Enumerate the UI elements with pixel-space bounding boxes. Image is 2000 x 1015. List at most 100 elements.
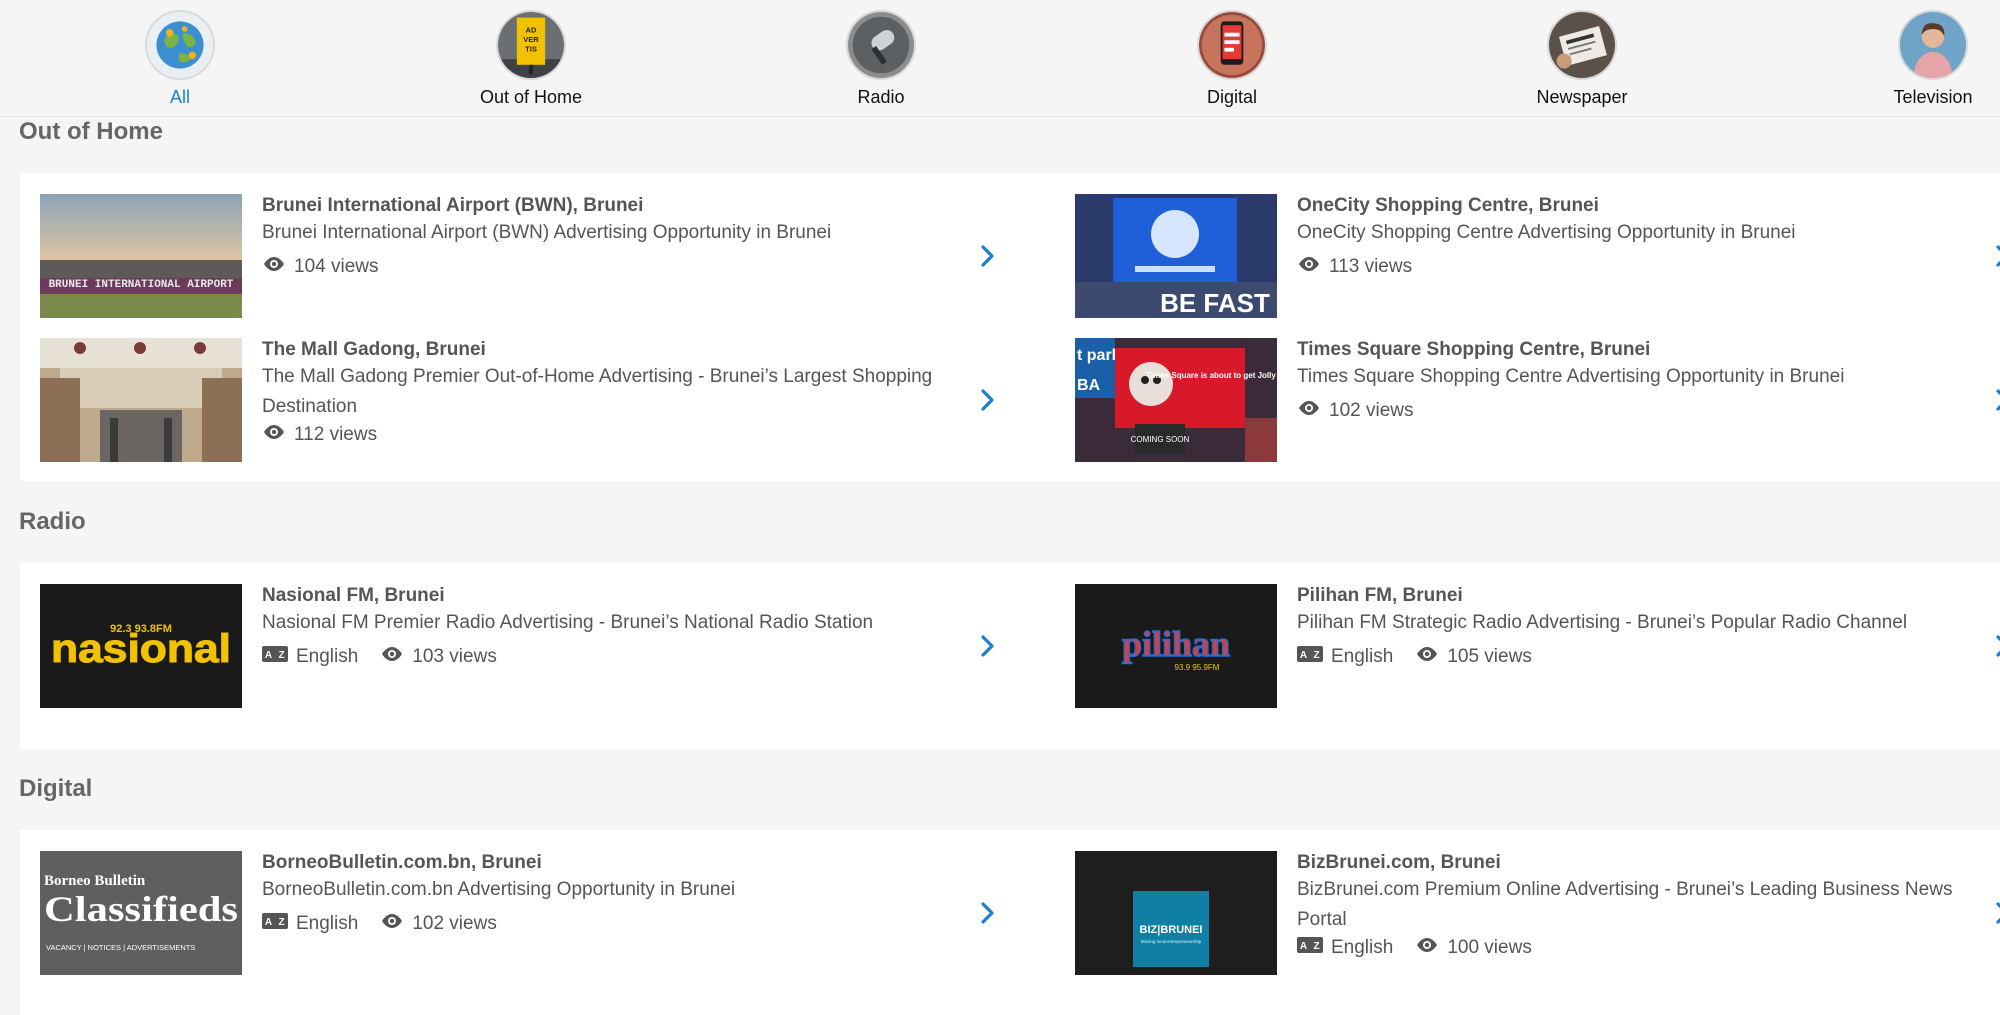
thumbnail-text: Moving local entrepreneurship xyxy=(1141,939,1202,944)
tab-radio[interactable]: Radio xyxy=(781,10,981,108)
thumbnail-text: COMING SOON xyxy=(1131,435,1190,444)
eye-icon xyxy=(1415,646,1439,668)
listing-card[interactable]: t park BA Times Square is about to get Jol… xyxy=(1075,338,2000,462)
section-panel-digital: Borneo Bulletin Classifieds VACANCY | NOTI… xyxy=(20,830,2000,1015)
tab-label: Out of Home xyxy=(479,87,583,107)
thumbnail-text: Times Square is about to get Jolly xyxy=(1146,371,1276,380)
listing-description: OneCity Shopping Centre Advertising Oppo… xyxy=(1297,222,1796,243)
listing-title: The Mall Gadong, Brunei xyxy=(262,339,486,360)
chevron-right-icon[interactable] xyxy=(1993,386,2000,414)
svg-text:A: A xyxy=(1300,941,1307,952)
tab-label: Radio xyxy=(857,87,905,107)
listing-language: English xyxy=(1331,646,1394,667)
listing-description: Nasional FM Premier Radio Advertising - … xyxy=(262,612,874,633)
thumbnail-text: Classifieds xyxy=(44,889,238,929)
listing-card[interactable]: The Mall Gadong, Brunei The Mall Gadong … xyxy=(40,338,1000,462)
listing-card[interactable]: Borneo Bulletin Classifieds VACANCY | NOTI… xyxy=(40,851,1000,975)
listing-title: OneCity Shopping Centre, Brunei xyxy=(1297,195,1599,216)
listing-card[interactable]: pilihan 93.9 95.9FM Pilihan FM, Brunei Pi… xyxy=(1075,584,2000,708)
eye-icon xyxy=(1415,937,1439,959)
listing-thumbnail: pilihan 93.9 95.9FM xyxy=(1075,584,1277,708)
listing-title: Nasional FM, Brunei xyxy=(262,585,445,606)
chevron-right-icon[interactable] xyxy=(1993,242,2000,270)
listing-title: Pilihan FM, Brunei xyxy=(1297,585,1463,606)
tab-label: Newspaper xyxy=(1536,87,1628,107)
section-panel-radio: 92.3 93.8FM nasional Nasional FM, Brunei … xyxy=(20,563,2000,749)
thumbnail-text: 93.9 95.9FM xyxy=(1175,663,1220,672)
microphone-icon xyxy=(846,10,916,80)
listing-language: English xyxy=(296,646,359,667)
language-icon: AZ xyxy=(262,646,288,668)
chevron-right-icon[interactable] xyxy=(1993,899,2000,927)
globe-icon xyxy=(145,10,215,80)
listing-title: BorneoBulletin.com.bn, Brunei xyxy=(262,852,542,873)
chevron-right-icon[interactable] xyxy=(978,632,998,660)
listing-description: BizBrunei.com Premium Online Advertising… xyxy=(1297,879,1953,930)
tab-television[interactable]: Television xyxy=(1833,10,2000,108)
view-count: 100 views xyxy=(1447,937,1532,958)
svg-text:A: A xyxy=(265,650,272,661)
tab-all[interactable]: All xyxy=(80,10,280,108)
svg-text:AD: AD xyxy=(526,26,537,35)
thumbnail-text: pilihan xyxy=(1122,624,1230,664)
view-count: 102 views xyxy=(1329,400,1414,421)
svg-text:A: A xyxy=(1300,650,1307,661)
thumbnail-text: VACANCY | NOTICES | ADVERTISEMENTS xyxy=(46,943,195,952)
view-count: 102 views xyxy=(412,913,497,934)
listing-card[interactable]: BIZ|BRUNEI Moving local entrepreneurship … xyxy=(1075,851,2000,975)
eye-icon xyxy=(262,256,286,278)
section-title-digital: Digital xyxy=(19,775,93,802)
section-title-out-of-home: Out of Home xyxy=(19,118,163,145)
thumbnail-text: BRUNEI INTERNATIONAL AIRPORT xyxy=(49,279,234,291)
thumbnail-text: BE FAST xyxy=(1160,288,1270,318)
view-count: 112 views xyxy=(294,424,378,445)
chevron-right-icon[interactable] xyxy=(978,242,998,270)
tab-label: All xyxy=(169,87,190,107)
listing-description: Pilihan FM Strategic Radio Advertising -… xyxy=(1297,612,1908,633)
chevron-right-icon[interactable] xyxy=(978,386,998,414)
thumbnail-text: BIZ|BRUNEI xyxy=(1140,924,1203,936)
listing-title: Brunei International Airport (BWN), Brun… xyxy=(262,195,644,216)
billboard-icon: AD VER TIS xyxy=(496,10,566,80)
listing-card[interactable]: 92.3 93.8FM nasional Nasional FM, Brunei … xyxy=(40,584,1000,708)
svg-text:Z: Z xyxy=(1313,650,1319,661)
listing-title: Times Square Shopping Centre, Brunei xyxy=(1297,339,1651,360)
listing-thumbnail: t park BA Times Square is about to get Jol… xyxy=(1075,338,1277,462)
tab-label: Digital xyxy=(1206,87,1258,107)
svg-text:TIS: TIS xyxy=(525,45,537,54)
svg-text:Z: Z xyxy=(278,917,284,928)
tab-label: Television xyxy=(1893,87,1973,107)
listing-description: BorneoBulletin.com.bn Advertising Opport… xyxy=(262,879,736,900)
svg-text:VER: VER xyxy=(523,35,539,44)
listing-language: English xyxy=(296,913,359,934)
listing-description: The Mall Gadong Premier Out-of-Home Adve… xyxy=(262,366,933,417)
listing-thumbnail: Borneo Bulletin Classifieds VACANCY | NOTI… xyxy=(40,851,242,975)
tab-out-of-home[interactable]: AD VER TIS Out of Home xyxy=(431,10,631,108)
chevron-right-icon[interactable] xyxy=(978,899,998,927)
listing-card[interactable]: BRUNEI INTERNATIONAL AIRPORT Brunei Inte… xyxy=(40,194,1000,318)
listing-thumbnail xyxy=(40,338,242,462)
newspaper-icon xyxy=(1547,10,1617,80)
listing-thumbnail: BRUNEI INTERNATIONAL AIRPORT xyxy=(40,194,242,318)
listing-thumbnail: BE FAST xyxy=(1075,194,1277,318)
listing-card[interactable]: BE FAST OneCity Shopping Centre, Brunei … xyxy=(1075,194,2000,318)
smartphone-icon xyxy=(1197,10,1267,80)
listing-thumbnail: 92.3 93.8FM nasional xyxy=(40,584,242,708)
chevron-right-icon[interactable] xyxy=(1993,632,2000,660)
view-count: 105 views xyxy=(1447,646,1532,667)
tab-digital[interactable]: Digital xyxy=(1132,10,1332,108)
svg-text:Z: Z xyxy=(278,650,284,661)
thumbnail-text: t park xyxy=(1077,347,1121,364)
listing-title: BizBrunei.com, Brunei xyxy=(1297,852,1501,873)
language-icon: AZ xyxy=(1297,646,1323,668)
language-icon: AZ xyxy=(1297,937,1323,959)
listing-description: Times Square Shopping Centre Advertising… xyxy=(1297,366,1845,387)
tab-newspaper[interactable]: Newspaper xyxy=(1482,10,1682,108)
listing-description: Brunei International Airport (BWN) Adver… xyxy=(262,222,832,243)
section-title-radio: Radio xyxy=(19,508,86,535)
eye-icon xyxy=(1297,400,1321,422)
listing-thumbnail: BIZ|BRUNEI Moving local entrepreneurship xyxy=(1075,851,1277,975)
view-count: 113 views xyxy=(1329,256,1413,277)
eye-icon xyxy=(262,424,286,446)
view-count: 104 views xyxy=(294,256,379,277)
